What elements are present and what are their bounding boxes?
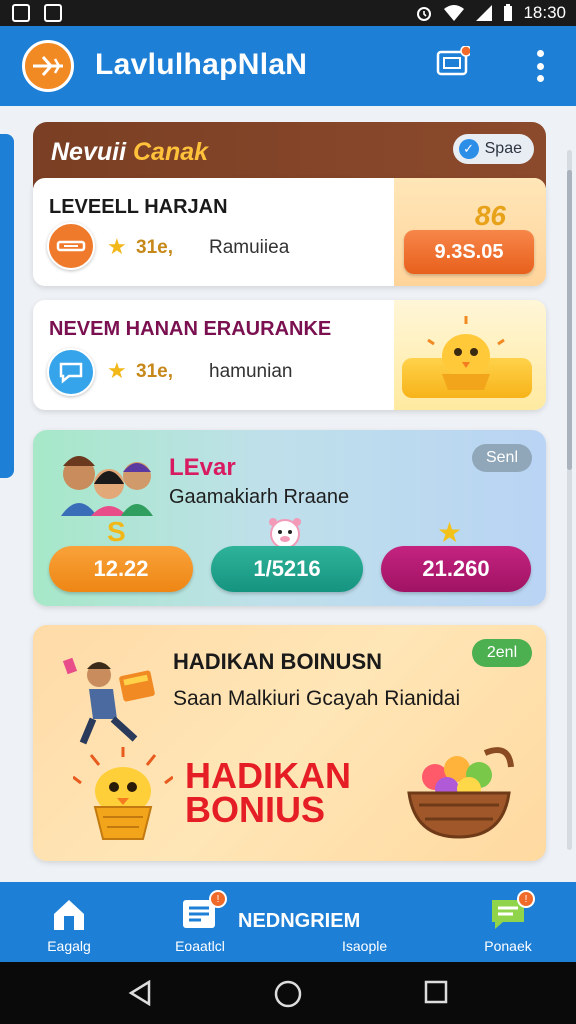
level-row-1[interactable]: LEVEELL HARJAN ★ 31e, Ramuiiea 86 9.3S.0… (33, 178, 546, 286)
ticket-icon (47, 222, 95, 270)
level-row-subtitle: hamunian (209, 361, 293, 382)
level-row-title: NEVEM HANAN ERAURANKE (49, 318, 332, 340)
bonus-headline-line2: BONIUS (185, 789, 326, 830)
nav-news-label: Eoaatlcl (175, 938, 225, 954)
signal-icon (476, 5, 493, 21)
stat-button-3[interactable]: 21.260 (381, 546, 531, 592)
battery-icon (504, 4, 513, 21)
level-card-pill[interactable]: Senl (472, 444, 532, 472)
bonus-card[interactable]: HADIKAN BOINUSN Saan Malkiuri Gcayah Ria… (33, 625, 546, 861)
app-title: LavlulhapNlaN (95, 48, 308, 81)
spec-toggle[interactable]: ✓ Spae (452, 134, 534, 164)
reward-panel (394, 300, 546, 410)
notification-icon (436, 45, 472, 76)
spec-label: Spae (484, 140, 522, 157)
coin-icon: S (107, 516, 126, 547)
level-row-2[interactable]: NEVEM HANAN ERAURANKE ★ 31e, hamunian (33, 300, 546, 410)
alarm-icon (417, 7, 432, 21)
bonus-card-subtitle: Saan Malkiuri Gcayah Rianidai (173, 687, 461, 710)
family-avatar-icon (61, 456, 153, 516)
nav-center-title[interactable]: NEDNGRIEM (238, 910, 360, 933)
overflow-menu-icon[interactable] (534, 50, 546, 82)
bonus-card-pill[interactable]: 2enl (472, 639, 532, 667)
level-row-title: LEVEELL HARJAN (49, 196, 228, 218)
back-icon[interactable] (128, 980, 152, 1006)
star-burst-icon: ★ (437, 517, 463, 548)
level-card-subtitle: Gaamakiarh Rraane (169, 486, 350, 508)
chick-mascot-icon (427, 316, 505, 390)
fruit-basket-icon (407, 747, 514, 839)
system-navigation-bar (0, 962, 576, 1024)
wifi-icon (444, 5, 465, 21)
plane-logo-icon (33, 56, 63, 76)
reward-panel: 86 9.3S.05 (394, 178, 546, 286)
status-time: 18:30 (523, 3, 566, 22)
shopper-illustration-icon (63, 657, 155, 745)
gallery-icon (44, 4, 62, 22)
nav-item-home[interactable]: Eagalg (36, 882, 102, 962)
section-title: Nevuii Canak (51, 138, 208, 167)
app-logo[interactable] (22, 40, 74, 92)
sim-icon (12, 4, 30, 22)
bonus-card-title: HADIKAN BOINUSN (173, 649, 382, 674)
side-drawer-handle[interactable] (0, 134, 14, 478)
scrollbar-thumb[interactable] (567, 170, 572, 470)
nav-item-news[interactable]: ! Eoaatlcl (160, 882, 240, 962)
nav-messages-label: Ponaek (484, 938, 532, 954)
star-icon: ★ (107, 358, 127, 383)
level-row-score: 31e, (136, 361, 173, 382)
chat-icon (47, 348, 95, 396)
recents-icon[interactable] (424, 980, 448, 1004)
news-icon: ! (181, 890, 227, 932)
nav-home-label: Eagalg (47, 938, 91, 954)
status-bar: 18:30 (0, 0, 576, 26)
stat-button-1[interactable]: 12.22 (49, 546, 193, 592)
message-icon: ! (489, 890, 535, 932)
star-icon: ★ (107, 234, 127, 259)
nav-item-messages[interactable]: ! Ponaek (468, 882, 548, 962)
news-badge: ! (209, 890, 227, 908)
section-title-accent: Canak (132, 138, 209, 166)
level-card[interactable]: LEvar Gaamakiarh Rraane Senl S ★ 12.22 1… (33, 430, 546, 606)
messages-badge: ! (517, 890, 535, 908)
app-bar: LavlulhapNlaN (0, 26, 576, 106)
reward-claim-button[interactable]: 9.3S.05 (404, 230, 534, 274)
check-icon: ✓ (458, 139, 479, 159)
notification-button[interactable] (436, 45, 472, 80)
stat-button-2[interactable]: 1/5216 (211, 546, 363, 592)
nav-center-subtitle[interactable]: Isaople (342, 938, 387, 954)
chick-basket-icon (73, 747, 173, 840)
section-title-main: Nevuii (51, 138, 127, 166)
home-icon (50, 896, 88, 932)
level-row-score: 31e, (136, 237, 173, 258)
level-row-subtitle: Ramuiiea (209, 237, 290, 258)
home-circle-icon[interactable] (274, 980, 302, 1008)
reward-number: 86 (474, 200, 506, 231)
bottom-navigation: Eagalg ! Eoaatlcl NEDNGRIEM Isaople ! Po… (0, 882, 576, 962)
level-card-title: LEvar (169, 454, 236, 481)
